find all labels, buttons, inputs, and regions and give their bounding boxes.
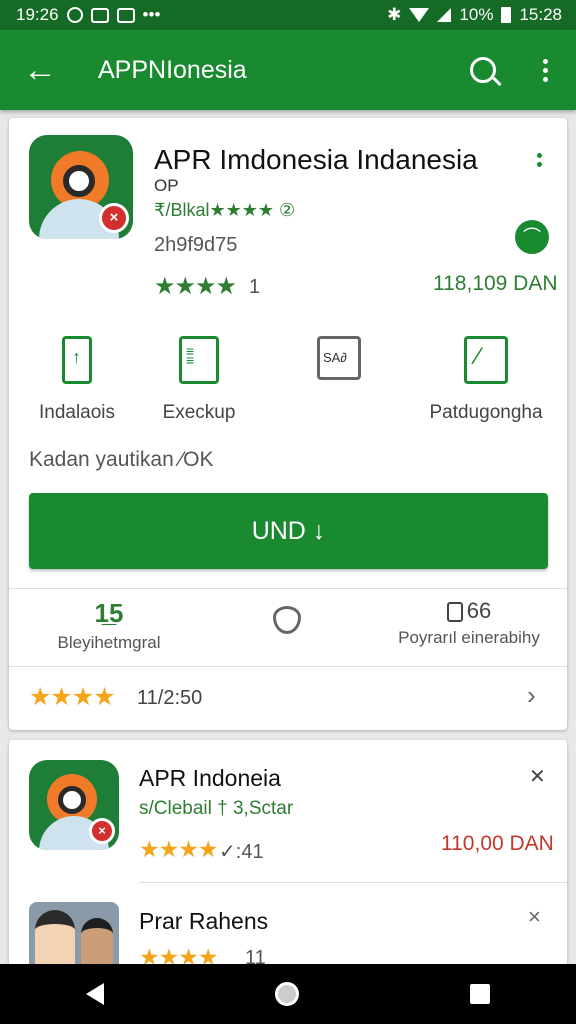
doc-outline-icon xyxy=(446,602,463,623)
mail-notification-icon xyxy=(116,7,135,23)
app-bar-title: APPNIonesia xyxy=(98,55,247,84)
feature-item[interactable]: SA∂ xyxy=(299,336,379,398)
list-item[interactable]: × APR Indoneia s/Clebail † 3,Sctar ★★★★ … xyxy=(9,740,567,880)
stat-content-label: Poyrarıl einerabihy xyxy=(398,628,540,647)
app-name: APR Imdonesia Indanesia xyxy=(154,144,478,175)
stat-content-rating: 66 Poyrarıl einerabihy xyxy=(379,598,559,648)
remove-badge-icon: × xyxy=(99,203,129,233)
list-app-price: 110,00 DAN xyxy=(441,832,554,855)
install-button[interactable]: UND ↓ xyxy=(29,493,548,569)
search-button[interactable] xyxy=(452,30,514,110)
list-app-name: APR Indoneia xyxy=(139,765,281,791)
app-detail-card: × APR Imdonesia Indanesia OP ₹/Blkal★★★★… xyxy=(9,118,567,730)
wifi-icon xyxy=(409,8,430,22)
list-app-count: ✓:41 xyxy=(219,841,264,863)
developer-name[interactable]: ₹/Blkal★★★★ ② xyxy=(154,200,295,221)
nav-back-icon[interactable] xyxy=(85,983,104,1005)
stat-content-value: 66 xyxy=(379,598,559,624)
status-bar: 19:26 ••• ✱ 10% 15:28 xyxy=(0,0,576,30)
feature-label: Execkup xyxy=(162,402,236,423)
status-time-right: 15:28 xyxy=(519,5,562,24)
reviews-row[interactable]: ★★★★ 11/2:50 › xyxy=(9,668,567,726)
card-more-icon[interactable] xyxy=(537,153,542,167)
feature-item[interactable]: ∕ Patdugongha xyxy=(421,336,551,424)
chevron-right-icon: › xyxy=(527,680,536,710)
wishlist-icon[interactable]: ⌒ xyxy=(515,220,549,254)
nav-recents-icon[interactable] xyxy=(470,984,491,1004)
reviews-stars: ★★★★ xyxy=(29,683,116,711)
app-subtitle: OP xyxy=(154,176,179,195)
shield-icon xyxy=(273,606,301,634)
edit-icon: ∕ xyxy=(464,336,508,384)
feature-label: Indalaois xyxy=(38,402,116,423)
app-price: 118,109 DAN xyxy=(433,272,558,295)
stat-downloads: 1̲5 Bleyihetmgral xyxy=(9,598,209,653)
battery-icon xyxy=(501,7,512,23)
image-notification-icon xyxy=(90,7,109,23)
bluetooth-icon: ✱ xyxy=(387,5,402,24)
sad-card-icon: SA∂ xyxy=(317,336,361,380)
avatar xyxy=(29,902,119,972)
battery-percent: 10% xyxy=(459,5,494,24)
more-notifications-icon: ••• xyxy=(142,5,161,24)
notification-icon xyxy=(66,7,83,23)
search-icon xyxy=(470,57,496,83)
remove-badge-icon: × xyxy=(89,818,115,844)
feature-item[interactable]: ≡ ≡ Execkup xyxy=(144,336,254,424)
related-apps-card: × APR Indoneia s/Clebail † 3,Sctar ★★★★ … xyxy=(9,740,567,980)
app-meta: 2h9f9d75 xyxy=(154,234,238,256)
arrow-left-icon[interactable]: ← xyxy=(0,30,80,110)
shuffle-icon[interactable]: ✕ xyxy=(529,764,546,789)
phone-icon: ↑ xyxy=(62,336,92,384)
reviews-text: 11/2:50 xyxy=(137,687,203,709)
system-nav-bar xyxy=(0,964,576,1024)
rating-count: 1 xyxy=(249,276,261,298)
app-icon: × xyxy=(29,760,119,850)
list-app-developer: s/Clebail † 3,Sctar xyxy=(139,798,294,819)
signal-icon xyxy=(437,8,452,22)
stat-downloads-value: 1̲5 xyxy=(94,598,124,628)
more-vert-icon xyxy=(542,58,548,82)
rating-stars: ★★★★ xyxy=(154,273,237,300)
app-description: Kadan yautikan ⁄OK xyxy=(29,448,214,471)
nav-home-icon[interactable] xyxy=(274,982,299,1006)
feature-item[interactable]: ↑ Indalaois xyxy=(27,336,127,424)
more-menu-button[interactable] xyxy=(514,30,576,110)
stat-downloads-label: Bleyihetmgral xyxy=(57,633,161,652)
list-app-stars: ★★★★ xyxy=(139,836,218,862)
feature-label: Patdugongha xyxy=(429,402,543,423)
close-icon[interactable]: × xyxy=(528,904,541,930)
app-icon[interactable]: × xyxy=(29,135,133,239)
list-app-name: Prar Rahens xyxy=(139,908,269,934)
document-icon: ≡ ≡ xyxy=(179,336,219,384)
app-bar: ← APPNIonesia xyxy=(0,30,576,110)
status-time-left: 19:26 xyxy=(16,5,59,24)
